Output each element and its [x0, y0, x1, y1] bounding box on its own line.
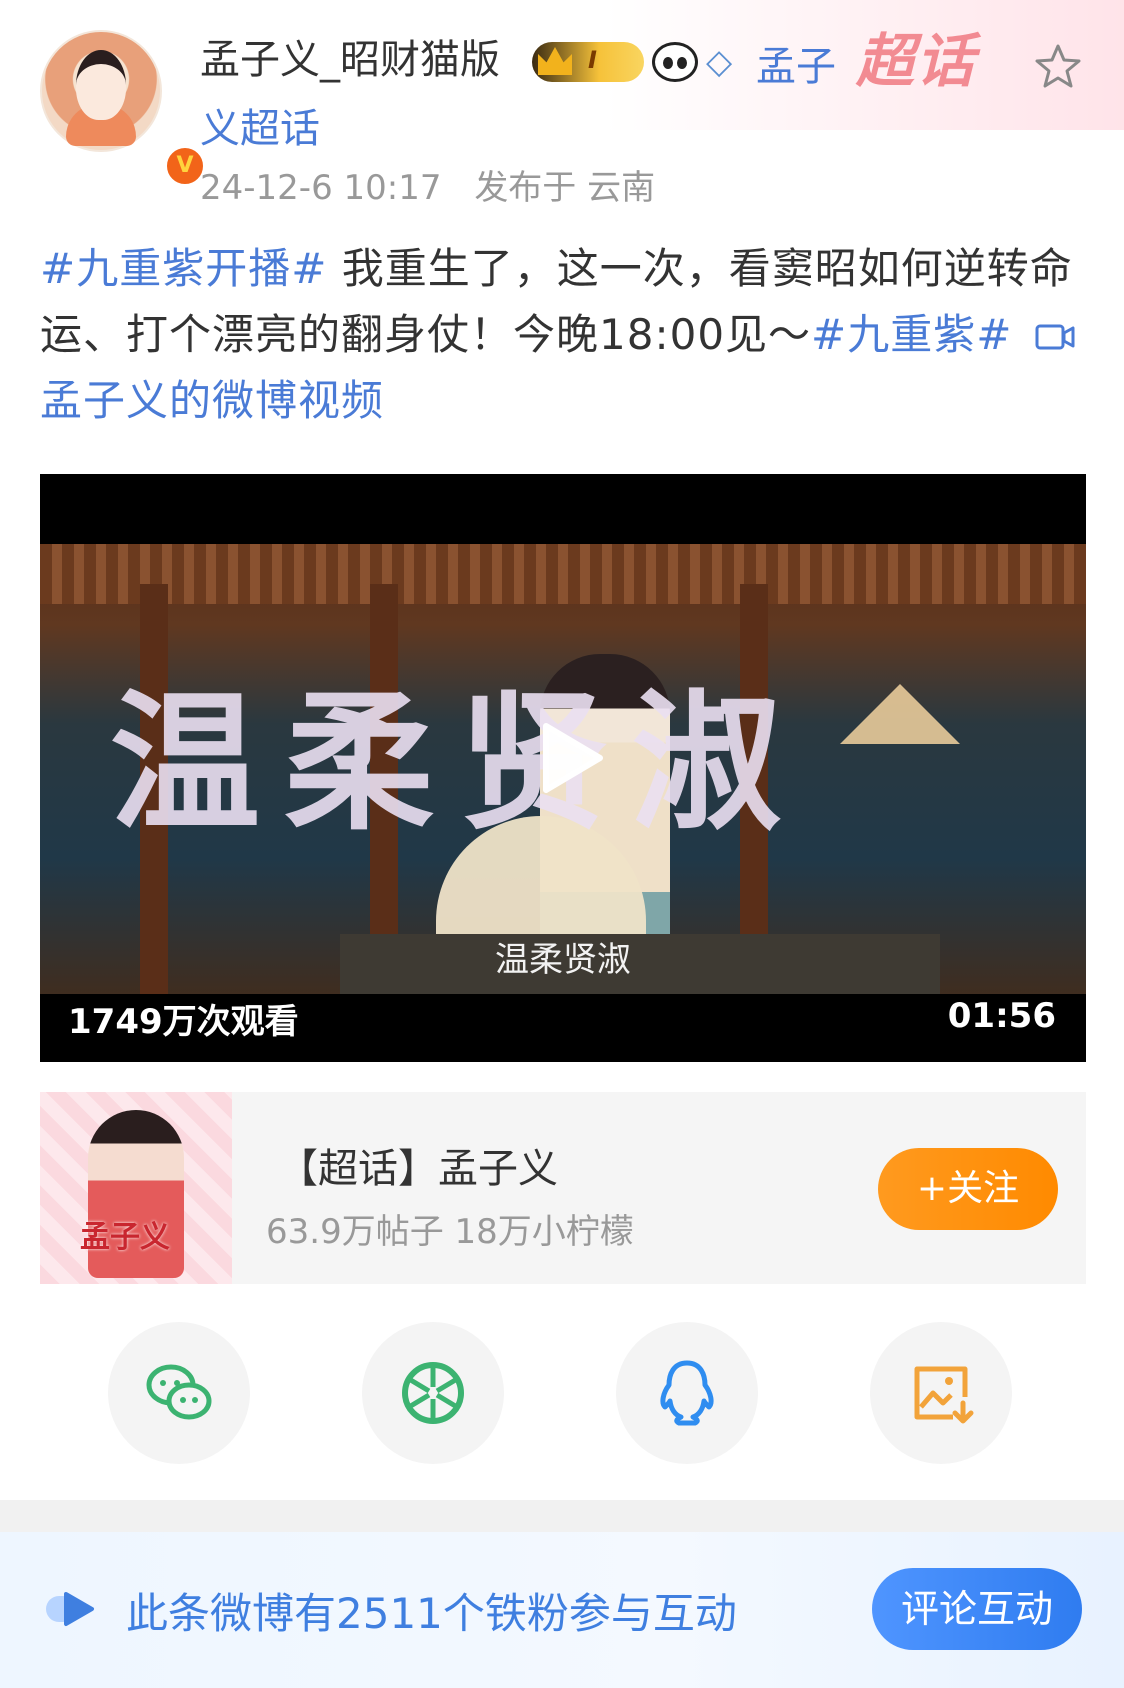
supertopic-link-part1[interactable]: 孟子 [756, 38, 836, 96]
share-moments-button[interactable] [362, 1322, 504, 1464]
post-timestamp: 24-12-6 10:17 [200, 168, 442, 208]
share-save-image-button[interactable] [870, 1322, 1012, 1464]
video-link-label[interactable]: 孟子义的微博视频 [40, 376, 384, 425]
video-camera-icon [1035, 324, 1075, 350]
moments-icon [402, 1362, 464, 1424]
post-text: #九重紫开播# 我重生了，这一次，看窦昭如何逆转命运、打个漂亮的翻身仗！今晚18… [40, 236, 1085, 434]
hashtag-link[interactable]: #九重紫开播# [40, 244, 327, 293]
supertopic-thumbnail: 孟子义 [40, 1092, 232, 1284]
supertopic-stats: 63.9万帖子 18万小柠檬 [266, 1212, 634, 1252]
panda-icon[interactable] [652, 42, 698, 82]
fans-interaction-bar[interactable]: 此条微博有2511个铁粉参与互动 评论互动 [0, 1532, 1124, 1688]
thumbnail-blinds [40, 544, 1086, 604]
qq-icon [660, 1360, 714, 1426]
view-count: 1749万次观看 [68, 1002, 299, 1042]
wechat-icon [146, 1364, 212, 1420]
follow-button[interactable]: +关注 [878, 1148, 1058, 1230]
save-image-icon [914, 1366, 974, 1424]
avatar-face [76, 50, 126, 120]
video-duration: 01:56 [947, 996, 1056, 1036]
share-wechat-button[interactable] [108, 1322, 250, 1464]
post-header: V 孟子义_昭财猫版 I ◇ 孟子 义超话 超话 24-12-6 10:17 发… [0, 0, 1124, 210]
play-icon[interactable] [528, 718, 608, 798]
level-label: I [588, 46, 597, 74]
diamond-icon[interactable]: ◇ [706, 44, 742, 80]
post-location: 发布于 云南 [474, 168, 656, 208]
share-row [0, 1322, 1124, 1468]
thumbnail-text: 孟子义 [80, 1220, 170, 1255]
member-crown-icon[interactable]: I [532, 42, 644, 82]
fans-icon [46, 1592, 94, 1626]
video-subtitle: 温柔贤淑 [495, 940, 631, 980]
hashtag-link[interactable]: #九重紫# [811, 310, 1012, 359]
fans-interaction-text: 此条微博有2511个铁粉参与互动 [126, 1589, 737, 1638]
user-badges: I ◇ [532, 40, 742, 84]
supertopic-link-part2[interactable]: 义超话 [200, 100, 320, 158]
username[interactable]: 孟子义_昭财猫版 [200, 34, 500, 86]
supertopic-title: 【超话】孟子义 [278, 1146, 558, 1192]
avatar[interactable]: V [40, 30, 206, 187]
post-meta: 24-12-6 10:17 发布于 云南 [200, 160, 655, 209]
favorite-star-icon[interactable] [1034, 42, 1082, 90]
share-qq-button[interactable] [616, 1322, 758, 1464]
crown-icon [538, 47, 572, 75]
chaohua-logo: 超话 [856, 27, 977, 95]
comment-interaction-button[interactable]: 评论互动 [872, 1568, 1082, 1650]
video-player[interactable]: 温柔贤淑 温柔贤淑 1749万次观看 01:56 [40, 474, 1086, 1062]
supertopic-card[interactable]: 孟子义 【超话】孟子义 63.9万帖子 18万小柠檬 +关注 [40, 1092, 1086, 1284]
divider [0, 1500, 1124, 1532]
